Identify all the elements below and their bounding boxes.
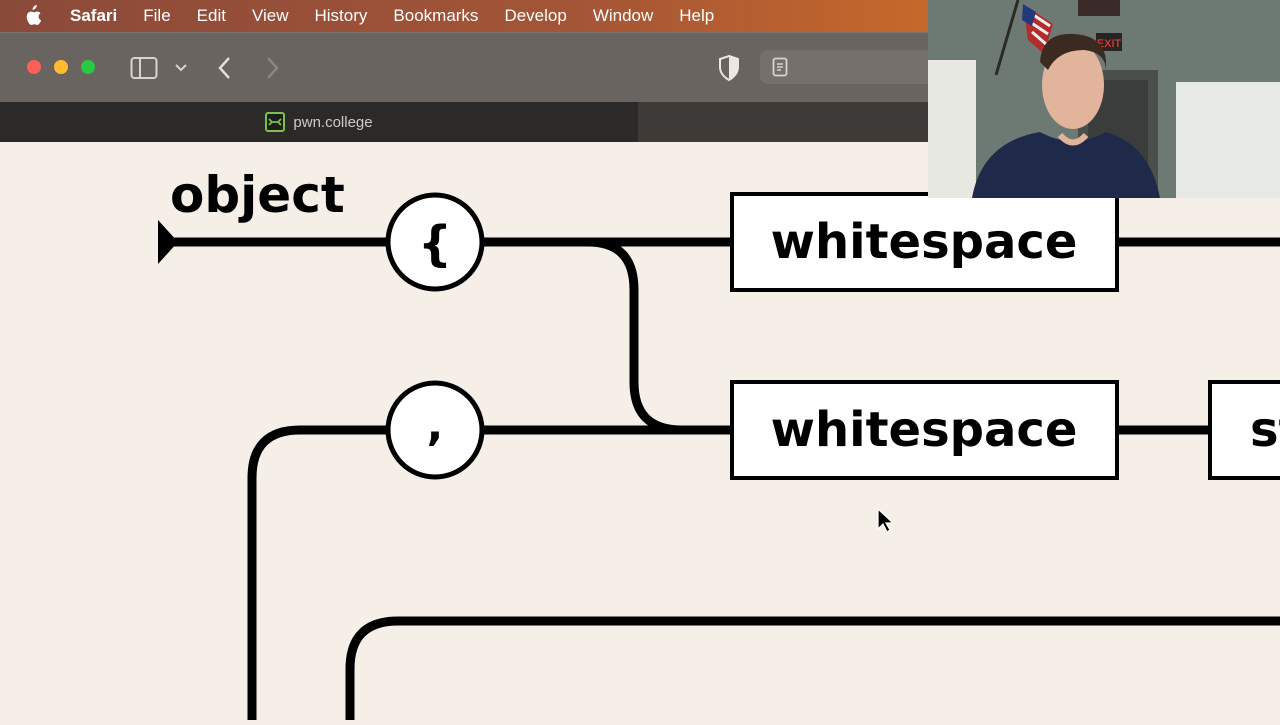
tab-title: pwn.college — [293, 113, 373, 131]
return-track-line — [345, 616, 1280, 720]
menu-app-name[interactable]: Safari — [68, 6, 130, 26]
menu-history[interactable]: History — [302, 6, 381, 26]
address-field[interactable] — [760, 50, 928, 84]
webcam-overlay: EXIT — [928, 0, 1280, 198]
menu-edit[interactable]: Edit — [184, 6, 239, 26]
shield-icon[interactable] — [717, 54, 741, 87]
tab-pwn-college[interactable]: pwn.college — [0, 102, 638, 142]
page-icon — [772, 57, 788, 82]
railroad-diagram: { , whitespace whitespace st object — [158, 166, 1280, 720]
start-triangle-icon — [158, 220, 178, 264]
apple-icon[interactable] — [22, 5, 48, 27]
sidebar-icon[interactable] — [130, 56, 158, 85]
back-arrow-icon[interactable] — [215, 55, 235, 86]
whitespace-label-2: whitespace — [771, 402, 1078, 458]
menu-help[interactable]: Help — [666, 6, 727, 26]
string-label-partial: st — [1250, 402, 1280, 458]
branch-track-line — [587, 237, 732, 435]
chevron-down-icon[interactable] — [174, 61, 188, 80]
loop-track-line — [247, 425, 388, 720]
menu-view[interactable]: View — [239, 6, 302, 26]
forward-arrow-icon[interactable] — [262, 55, 282, 86]
close-window-button[interactable] — [27, 60, 41, 74]
whitespace-label-1: whitespace — [771, 214, 1078, 270]
menu-file[interactable]: File — [130, 6, 183, 26]
pwn-college-favicon-icon — [265, 112, 286, 132]
mouse-cursor-icon — [877, 507, 895, 533]
diagram-title: object — [170, 166, 345, 224]
menu-develop[interactable]: Develop — [491, 6, 579, 26]
menu-bookmarks[interactable]: Bookmarks — [380, 6, 491, 26]
menu-window[interactable]: Window — [580, 6, 666, 26]
comma-label: , — [427, 400, 444, 451]
minimize-window-button[interactable] — [54, 60, 68, 74]
zoom-window-button[interactable] — [81, 60, 95, 74]
open-brace-label: { — [418, 216, 452, 272]
page-content[interactable]: { , whitespace whitespace st object — [0, 142, 1280, 720]
